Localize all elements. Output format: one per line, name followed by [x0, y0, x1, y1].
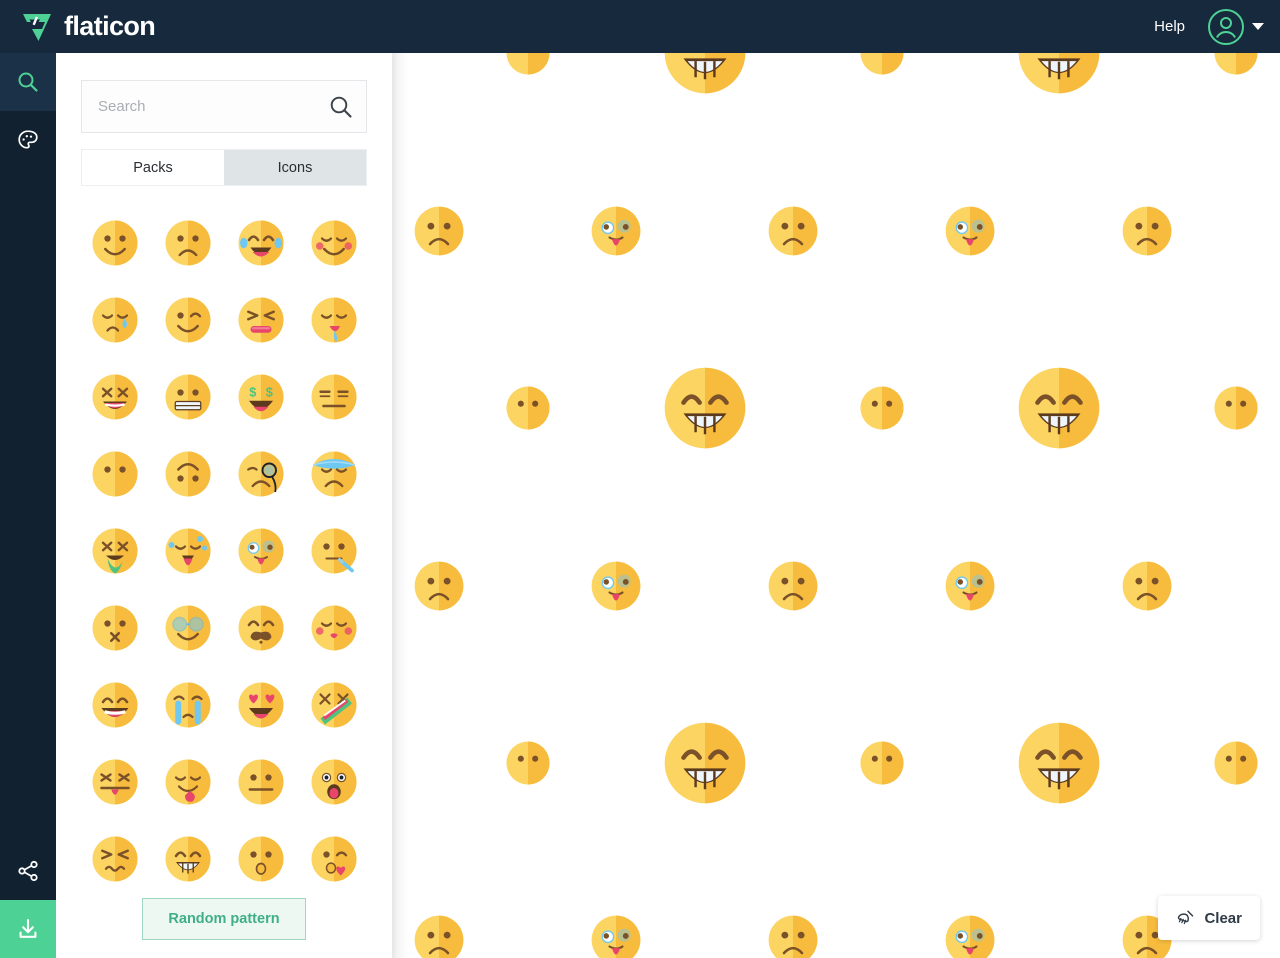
smiley-goggles-icon[interactable]: [151, 589, 224, 666]
rail-item-share[interactable]: [0, 842, 56, 900]
smiley-injection-icon[interactable]: [297, 512, 370, 589]
smiley-fever-icon[interactable]: [297, 435, 370, 512]
broom-icon: [1178, 910, 1194, 924]
random-pattern-button[interactable]: Random pattern: [142, 898, 306, 940]
smiley-silenced-icon[interactable]: [78, 589, 151, 666]
pattern-emoji-sad[interactable]: [767, 205, 819, 257]
smiley-drool-icon[interactable]: [297, 281, 370, 358]
smiley-crazy-icon[interactable]: [224, 512, 297, 589]
search-icon[interactable]: [328, 94, 354, 120]
pattern-emoji-blank[interactable]: [1213, 53, 1259, 76]
brand-logo[interactable]: flaticon: [20, 10, 156, 44]
smiley-monocle-icon[interactable]: [224, 435, 297, 512]
download-icon: [19, 918, 37, 938]
smiley-unamused-icon[interactable]: [297, 358, 370, 435]
smiley-mustache-icon[interactable]: [224, 589, 297, 666]
smiley-kiss-wink-icon[interactable]: [297, 820, 370, 897]
pattern-emoji-crazy[interactable]: [944, 560, 996, 612]
pattern-emoji-blank[interactable]: [505, 385, 551, 431]
smiley-yum-icon[interactable]: [151, 743, 224, 820]
tab-packs[interactable]: Packs: [82, 150, 224, 185]
smiley-sad-icon[interactable]: [151, 204, 224, 281]
pattern-emoji-grin[interactable]: [1016, 720, 1102, 806]
flaticon-logo-icon: [23, 13, 51, 41]
smiley-grimace-icon[interactable]: [151, 358, 224, 435]
pattern-emoji-grin[interactable]: [1016, 365, 1102, 451]
panel-tabs: Packs Icons: [81, 149, 367, 186]
smiley-money-icon[interactable]: $ $: [224, 358, 297, 435]
smiley-upside-down-icon[interactable]: [151, 435, 224, 512]
pattern-emoji-crazy[interactable]: [590, 205, 642, 257]
pattern-emoji-blank[interactable]: [505, 53, 551, 76]
app-header: flaticon Help: [0, 0, 1280, 53]
pattern-emoji-blank[interactable]: [1213, 385, 1259, 431]
smiley-bawling-icon[interactable]: [78, 358, 151, 435]
smiley-big-laugh-icon[interactable]: [78, 666, 151, 743]
search-icon: [18, 72, 38, 92]
smiley-happy-icon[interactable]: [78, 204, 151, 281]
rail-item-palette[interactable]: [0, 111, 56, 169]
pattern-emoji-grin[interactable]: [1016, 53, 1102, 96]
smiley-pucker-icon[interactable]: [224, 820, 297, 897]
search-box: [81, 80, 367, 133]
user-avatar-icon[interactable]: [1207, 8, 1245, 46]
pattern-emoji-sad[interactable]: [767, 560, 819, 612]
pattern-emoji-blank[interactable]: [859, 53, 905, 76]
smiley-sobbing-icon[interactable]: [151, 666, 224, 743]
smiley-watermelon-icon[interactable]: [297, 666, 370, 743]
clear-button-label: Clear: [1204, 909, 1242, 927]
smiley-blank-icon[interactable]: [78, 435, 151, 512]
smiley-wink-icon[interactable]: [151, 281, 224, 358]
account-menu[interactable]: [1207, 8, 1264, 46]
header-actions: Help: [1154, 8, 1264, 46]
clear-button[interactable]: Clear: [1158, 896, 1260, 940]
pattern-emoji-crazy[interactable]: [944, 914, 996, 958]
rail-item-search[interactable]: [0, 53, 56, 111]
search-input[interactable]: [82, 81, 366, 132]
svg-text:$: $: [265, 384, 272, 399]
pattern-emoji-sad[interactable]: [1121, 205, 1173, 257]
pattern-emoji-grin[interactable]: [662, 53, 748, 96]
tab-icons[interactable]: Icons: [224, 150, 366, 185]
pattern-emoji-crazy[interactable]: [590, 914, 642, 958]
pattern-emoji-blank[interactable]: [1213, 740, 1259, 786]
pattern-emoji-blank[interactable]: [505, 740, 551, 786]
pattern-emoji-blank[interactable]: [859, 740, 905, 786]
smiley-vomit-icon[interactable]: [78, 512, 151, 589]
smiley-kiss-icon[interactable]: [297, 589, 370, 666]
pattern-emoji-crazy[interactable]: [944, 205, 996, 257]
pattern-emoji-sad[interactable]: [767, 914, 819, 958]
smiley-crying-icon[interactable]: [78, 281, 151, 358]
smiley-squint-tongue-icon[interactable]: [224, 281, 297, 358]
smiley-dizzy-icon[interactable]: [78, 743, 151, 820]
pattern-emoji-sad[interactable]: [1121, 560, 1173, 612]
rail-item-download[interactable]: [0, 900, 56, 958]
pattern-emoji-blank[interactable]: [859, 385, 905, 431]
icon-grid: $ $: [78, 204, 370, 897]
pattern-canvas[interactable]: [392, 53, 1280, 958]
icons-panel: Packs Icons $$ Random pattern: [56, 53, 392, 958]
help-link[interactable]: Help: [1154, 18, 1185, 35]
left-rail: [0, 53, 56, 958]
pattern-emoji-grin[interactable]: [662, 365, 748, 451]
pattern-emoji-grin[interactable]: [662, 720, 748, 806]
pattern-emoji-sad[interactable]: [413, 914, 465, 958]
smiley-neutral-icon[interactable]: [224, 743, 297, 820]
share-icon: [18, 860, 38, 882]
pattern-emoji-crazy[interactable]: [590, 560, 642, 612]
smiley-confounded-icon[interactable]: [78, 820, 151, 897]
pattern-emoji-sad[interactable]: [413, 205, 465, 257]
smiley-grin-icon[interactable]: [151, 820, 224, 897]
smiley-laughing-tears-icon[interactable]: [224, 204, 297, 281]
smiley-shocked-icon[interactable]: [297, 743, 370, 820]
svg-text:$: $: [249, 384, 256, 399]
palette-icon: [18, 130, 38, 149]
chevron-down-icon[interactable]: [1252, 23, 1264, 30]
brand-name: flaticon: [64, 11, 156, 41]
smiley-sweat-tongue-icon[interactable]: [151, 512, 224, 589]
rail-bottom-actions: [0, 842, 56, 958]
smiley-heart-eyes-icon[interactable]: [224, 666, 297, 743]
smiley-blush-icon[interactable]: [297, 204, 370, 281]
pattern-emoji-sad[interactable]: [413, 560, 465, 612]
